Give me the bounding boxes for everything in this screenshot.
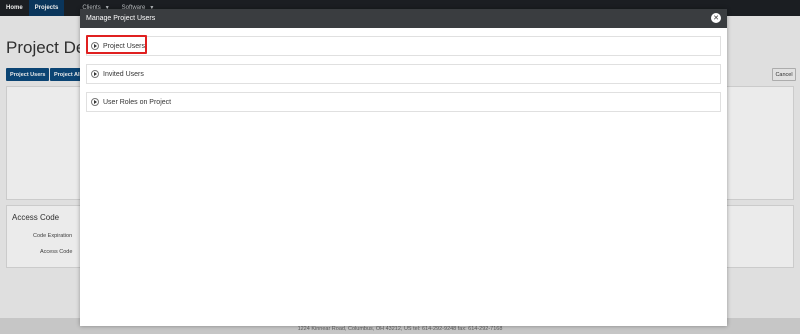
region-invited-users[interactable]: Invited Users bbox=[86, 64, 721, 84]
region-label[interactable]: Invited Users bbox=[103, 71, 144, 78]
dialog-header: Manage Project Users ✕ bbox=[80, 9, 727, 28]
close-icon[interactable]: ✕ bbox=[711, 13, 721, 23]
highlight-box bbox=[86, 35, 147, 54]
region-project-users[interactable]: Project Users bbox=[86, 36, 721, 56]
region-label[interactable]: User Roles on Project bbox=[103, 99, 171, 106]
manage-project-users-dialog: Manage Project Users ✕ Project Users Inv… bbox=[80, 9, 727, 326]
dialog-title: Manage Project Users bbox=[86, 15, 156, 22]
expand-toggle-icon[interactable] bbox=[91, 98, 99, 106]
expand-toggle-icon[interactable] bbox=[91, 70, 99, 78]
region-user-roles[interactable]: User Roles on Project bbox=[86, 92, 721, 112]
